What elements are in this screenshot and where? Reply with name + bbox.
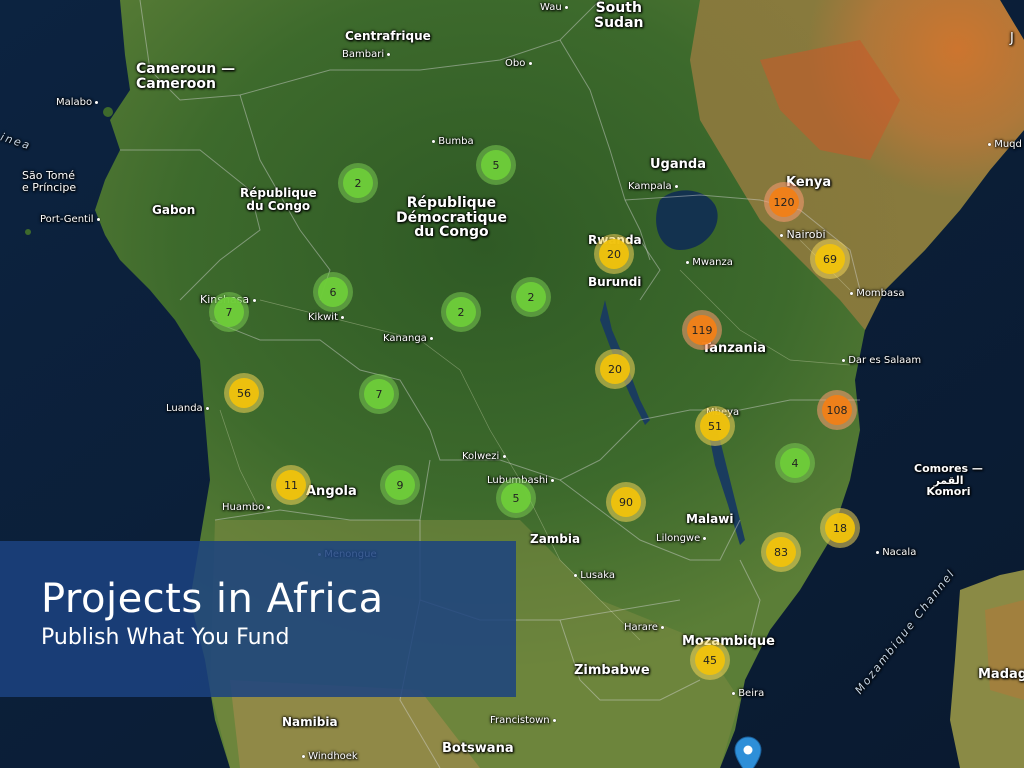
- page-subtitle: Publish What You Fund: [41, 625, 290, 650]
- cluster-count: 45: [695, 645, 725, 675]
- cluster-count: 7: [214, 297, 244, 327]
- cluster-count: 2: [343, 168, 373, 198]
- cluster-count: 51: [700, 411, 730, 441]
- cluster-marker[interactable]: 2: [338, 163, 378, 203]
- cluster-count: 5: [501, 483, 531, 513]
- cluster-count: 20: [600, 354, 630, 384]
- title-panel: Projects in Africa Publish What You Fund: [0, 541, 516, 697]
- cluster-marker[interactable]: 5: [496, 478, 536, 518]
- cluster-count: 83: [766, 537, 796, 567]
- cluster-count: 56: [229, 378, 259, 408]
- cluster-marker[interactable]: 120: [764, 182, 804, 222]
- cluster-count: 7: [364, 379, 394, 409]
- cluster-count: 119: [687, 315, 717, 345]
- cluster-count: 18: [825, 513, 855, 543]
- cluster-count: 20: [599, 239, 629, 269]
- cluster-marker[interactable]: 119: [682, 310, 722, 350]
- cluster-marker[interactable]: 20: [594, 234, 634, 274]
- cluster-marker[interactable]: 51: [695, 406, 735, 446]
- map-pin-icon[interactable]: [734, 736, 762, 768]
- cluster-count: 9: [385, 470, 415, 500]
- cluster-marker[interactable]: 18: [820, 508, 860, 548]
- cluster-marker[interactable]: 7: [359, 374, 399, 414]
- cluster-count: 2: [446, 297, 476, 327]
- map-view[interactable]: Wau South Sudan J Centrafrique Bambari O…: [0, 0, 1024, 768]
- cluster-marker[interactable]: 90: [606, 482, 646, 522]
- cluster-count: 11: [276, 470, 306, 500]
- cluster-marker[interactable]: 45: [690, 640, 730, 680]
- cluster-marker[interactable]: 108: [817, 390, 857, 430]
- cluster-marker[interactable]: 69: [810, 239, 850, 279]
- cluster-marker[interactable]: 56: [224, 373, 264, 413]
- page-title: Projects in Africa: [41, 576, 384, 622]
- cluster-marker[interactable]: 5: [476, 145, 516, 185]
- cluster-marker[interactable]: 2: [511, 277, 551, 317]
- cluster-count: 4: [780, 448, 810, 478]
- cluster-count: 5: [481, 150, 511, 180]
- cluster-marker[interactable]: 7: [209, 292, 249, 332]
- cluster-marker[interactable]: 2: [441, 292, 481, 332]
- cluster-count: 108: [822, 395, 852, 425]
- cluster-count: 120: [769, 187, 799, 217]
- cluster-marker[interactable]: 9: [380, 465, 420, 505]
- cluster-count: 69: [815, 244, 845, 274]
- cluster-marker[interactable]: 6: [313, 272, 353, 312]
- cluster-marker[interactable]: 4: [775, 443, 815, 483]
- cluster-marker[interactable]: 83: [761, 532, 801, 572]
- cluster-marker[interactable]: 11: [271, 465, 311, 505]
- cluster-count: 6: [318, 277, 348, 307]
- cluster-marker[interactable]: 20: [595, 349, 635, 389]
- cluster-count: 2: [516, 282, 546, 312]
- cluster-count: 90: [611, 487, 641, 517]
